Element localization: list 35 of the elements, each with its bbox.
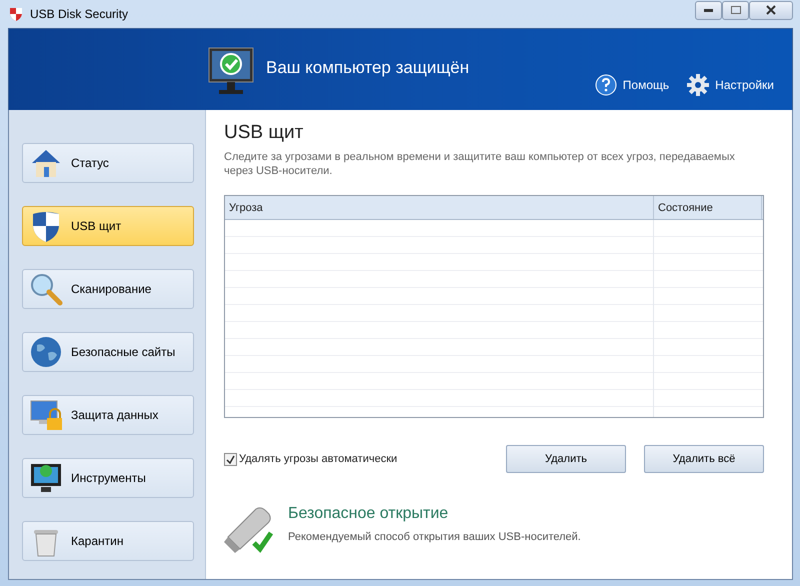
close-button[interactable] (749, 0, 793, 20)
sidebar-item[interactable]: Статус (22, 143, 194, 183)
safe-open-title: Безопасное открытие (288, 505, 450, 523)
close-icon (766, 5, 776, 15)
section-description: Следите за угрозами в реальном времени и защитите ваш компьютер от всех угроз, передаваемых через USB-носители. (224, 150, 736, 178)
shield-icon (8, 6, 24, 22)
column-header: Состояние (654, 196, 762, 219)
computer-lock-icon (29, 398, 63, 432)
minimize-button[interactable] (695, 0, 722, 20)
globe-icon (29, 335, 63, 369)
sidebar-item[interactable]: Безопасные сайты (22, 332, 194, 372)
checkbox[interactable] (224, 452, 237, 466)
sidebar-item[interactable]: Сканирование (22, 269, 194, 309)
checkbox-label: Удалять угрозы автоматически (239, 453, 398, 465)
window-title: USB Disk Security (30, 7, 130, 21)
settings-link[interactable]: Настройки (687, 74, 774, 110)
sidebar-item[interactable]: USB щит (22, 206, 194, 246)
sidebar-item[interactable]: Защита данных (22, 395, 194, 435)
sidebar-item[interactable]: Инструменты (22, 458, 194, 498)
maximize-button[interactable] (722, 0, 749, 20)
safe-open-description: Рекомендуемый способ открытия ваших USB-носителей. (288, 531, 581, 543)
monitor-check-icon (208, 46, 254, 96)
status-text: Ваш компьютер защищён (266, 58, 470, 79)
delete-button[interactable]: Удалить всё (644, 445, 764, 473)
maximize-icon (730, 6, 740, 14)
sidebar-item[interactable]: Карантин (22, 521, 194, 561)
column-header: Угроза (225, 196, 654, 219)
check-icon (226, 454, 235, 464)
delete-button[interactable]: Удалить (506, 445, 626, 473)
monitor-icon (29, 461, 63, 495)
help-icon (594, 74, 617, 96)
minimize-icon (704, 8, 713, 12)
section-title: USB щит (224, 122, 304, 144)
help-link[interactable]: Помощь (594, 74, 670, 110)
search-icon (29, 272, 63, 306)
